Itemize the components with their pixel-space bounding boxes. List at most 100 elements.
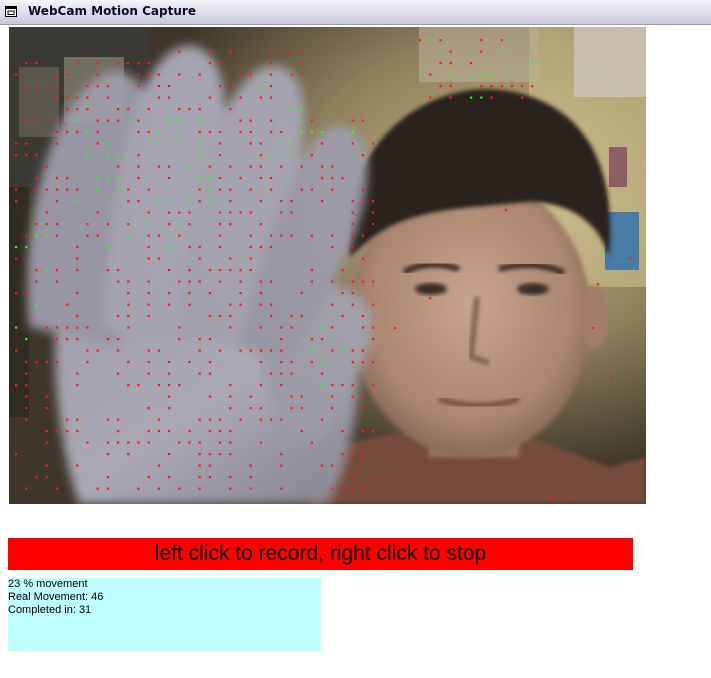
motion-marker: [76, 257, 79, 260]
motion-marker: [76, 96, 79, 99]
motion-marker: [208, 269, 211, 272]
motion-marker: [290, 50, 293, 53]
motion-marker: [219, 142, 222, 145]
motion-marker: [96, 142, 99, 145]
motion-marker: [361, 407, 364, 410]
motion-marker: [106, 246, 109, 249]
motion-marker: [117, 315, 120, 318]
motion-marker: [321, 131, 324, 134]
motion-marker: [76, 338, 79, 341]
motion-marker: [500, 50, 503, 53]
motion-marker: [229, 487, 232, 490]
completed-label: Completed in:: [8, 604, 76, 616]
motion-marker: [219, 430, 222, 433]
motion-marker: [249, 165, 252, 168]
motion-marker: [300, 430, 303, 433]
motion-marker: [310, 361, 313, 364]
motion-marker: [229, 108, 232, 111]
motion-marker: [106, 142, 109, 145]
motion-marker: [259, 384, 262, 387]
motion-marker: [331, 246, 334, 249]
title-bar[interactable]: WebCam Motion Capture: [0, 0, 711, 25]
motion-marker: [86, 361, 89, 364]
motion-marker: [331, 384, 334, 387]
motion-marker: [351, 119, 354, 122]
motion-marker: [137, 131, 140, 134]
motion-marker: [86, 96, 89, 99]
motion-marker: [321, 464, 324, 467]
motion-marker: [76, 372, 79, 375]
motion-marker: [259, 200, 262, 203]
motion-marker: [300, 108, 303, 111]
motion-marker: [157, 165, 160, 168]
motion-marker: [178, 142, 181, 145]
motion-marker: [25, 338, 28, 341]
motion-marker: [300, 165, 303, 168]
motion-marker: [35, 234, 38, 237]
motion-marker: [147, 257, 150, 260]
motion-marker: [198, 487, 201, 490]
motion-marker: [351, 349, 354, 352]
motion-marker: [249, 119, 252, 122]
motion-marker: [229, 85, 232, 88]
motion-marker: [310, 349, 313, 352]
motion-marker: [361, 453, 364, 456]
motion-marker: [239, 303, 242, 306]
motion-marker: [208, 372, 211, 375]
motion-marker: [198, 418, 201, 421]
record-status-bar[interactable]: left click to record, right click to sto…: [8, 538, 633, 570]
motion-marker: [147, 315, 150, 318]
motion-marker: [117, 165, 120, 168]
motion-marker: [449, 73, 452, 76]
motion-marker: [188, 246, 191, 249]
app-window: WebCam Motion Capture left click to reco…: [0, 0, 711, 678]
motion-marker: [198, 177, 201, 180]
motion-marker: [280, 50, 283, 53]
motion-marker: [259, 142, 262, 145]
motion-marker: [270, 85, 273, 88]
motion-marker: [372, 384, 375, 387]
motion-marker: [168, 85, 171, 88]
motion-marker: [188, 303, 191, 306]
motion-marker: [290, 142, 293, 145]
motion-marker: [45, 326, 48, 329]
motion-marker: [270, 62, 273, 65]
motion-marker: [321, 165, 324, 168]
motion-marker: [361, 430, 364, 433]
motion-marker: [147, 407, 150, 410]
webcam-view[interactable]: [9, 27, 646, 504]
motion-marker: [249, 131, 252, 134]
motion-marker: [341, 487, 344, 490]
motion-marker: [137, 62, 140, 65]
motion-marker: [86, 349, 89, 352]
motion-marker: [229, 165, 232, 168]
motion-marker: [310, 154, 313, 157]
motion-marker: [106, 119, 109, 122]
motion-marker: [321, 372, 324, 375]
motion-marker: [76, 119, 79, 122]
motion-marker: [76, 384, 79, 387]
motion-marker: [178, 326, 181, 329]
motion-marker: [270, 234, 273, 237]
motion-marker: [280, 165, 283, 168]
motion-marker: [106, 338, 109, 341]
motion-marker: [321, 177, 324, 180]
motion-marker: [96, 119, 99, 122]
motion-marker: [168, 165, 171, 168]
movement-percent-value: 23: [8, 578, 21, 590]
motion-marker: [229, 441, 232, 444]
motion-marker: [15, 200, 18, 203]
motion-marker: [229, 223, 232, 226]
motion-marker: [310, 280, 313, 283]
motion-marker: [188, 211, 191, 214]
motion-marker: [321, 142, 324, 145]
motion-marker: [372, 338, 375, 341]
window-icon[interactable]: [5, 6, 17, 17]
motion-marker: [117, 154, 120, 157]
motion-marker: [341, 349, 344, 352]
motion-marker: [147, 361, 150, 364]
motion-marker: [147, 372, 150, 375]
motion-marker: [76, 430, 79, 433]
motion-marker: [219, 131, 222, 134]
motion-marker: [168, 384, 171, 387]
